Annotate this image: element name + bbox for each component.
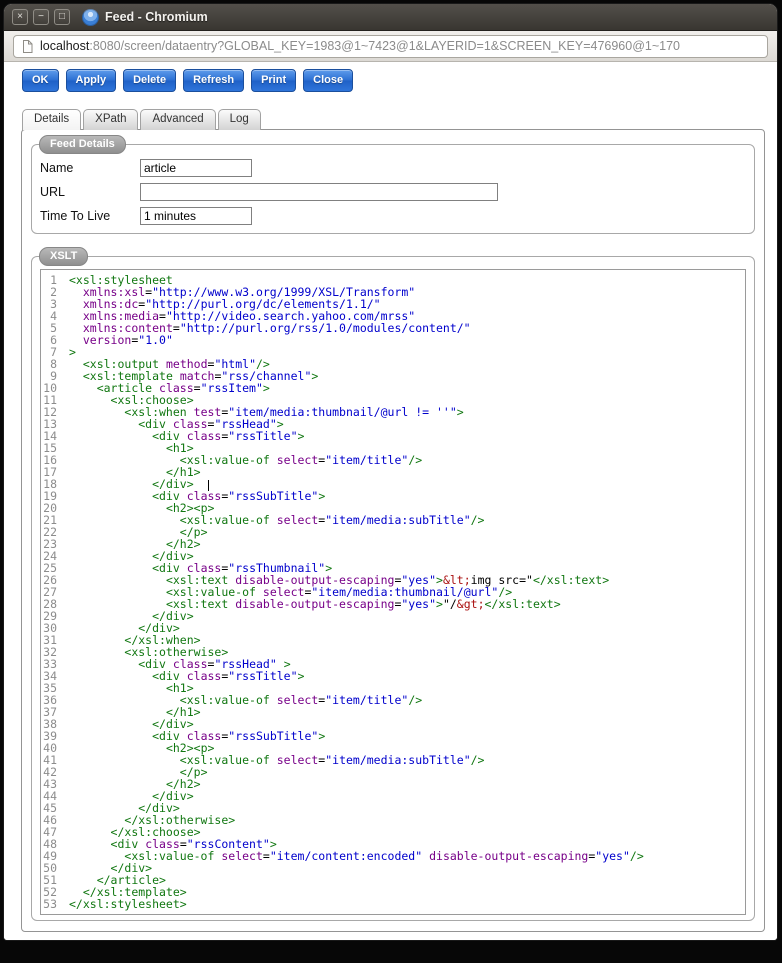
tab-log[interactable]: Log — [217, 109, 261, 130]
name-input[interactable] — [140, 159, 252, 177]
form-row: Name — [40, 157, 746, 179]
code-text: version="1.0" — [82, 333, 173, 347]
field-label: Time To Live — [40, 209, 111, 223]
xslt-legend: XSLT — [39, 247, 89, 266]
browser-toolbar: localhost:8080/screen/dataentry?GLOBAL_K… — [4, 31, 777, 62]
address-bar[interactable]: localhost:8080/screen/dataentry?GLOBAL_K… — [13, 34, 768, 58]
code-line[interactable]: 53 </xsl:stylesheet> — [41, 898, 745, 910]
feed-details-form: Name URL Time To Live — [40, 157, 746, 227]
time-to-live-input[interactable] — [140, 207, 252, 225]
browser-window: × − □ Feed - Chromium localhost:8080/scree… — [4, 4, 777, 940]
maximize-window-button[interactable]: □ — [54, 9, 70, 25]
delete-button[interactable]: Delete — [123, 69, 177, 92]
tab-xpath[interactable]: XPath — [83, 109, 139, 130]
minimize-window-button[interactable]: − — [33, 9, 49, 25]
refresh-button[interactable]: Refresh — [183, 69, 245, 92]
close-window-button[interactable]: × — [12, 9, 28, 25]
code-text: </xsl:stylesheet> — [69, 897, 187, 911]
window-controls: × − □ — [12, 9, 70, 25]
chromium-icon — [82, 8, 99, 26]
ok-button[interactable]: OK — [22, 69, 59, 92]
page-icon — [23, 39, 33, 53]
url-input[interactable] — [140, 183, 498, 201]
xslt-editor[interactable]: 1 <xsl:stylesheet 2 xmlns:xsl="http://www.… — [40, 269, 746, 915]
details-tab-panel: Feed Details Name URL Time To Live XSLT 1<… — [21, 129, 765, 932]
close-button[interactable]: Close — [303, 69, 354, 92]
tab-details[interactable]: Details — [22, 109, 82, 130]
feed-details-fieldset: Feed Details Name URL Time To Live — [31, 135, 755, 234]
feed-details-legend: Feed Details — [39, 135, 126, 154]
form-row: Time To Live — [40, 205, 746, 227]
field-label: URL — [40, 185, 66, 199]
xslt-fieldset: XSLT 1 <xsl:stylesheet 2 xmlns:xsl="http:/… — [31, 247, 755, 921]
code-line[interactable]: 6 version="1.0" — [41, 334, 745, 346]
url-path: :8080/screen/dataentry?GLOBAL_KEY=1983@1… — [89, 39, 680, 53]
tab-bar: Details XPath Advanced Log — [22, 109, 765, 130]
url-text: localhost:8080/screen/dataentry?GLOBAL_K… — [40, 39, 680, 53]
titlebar[interactable]: × − □ Feed - Chromium — [4, 4, 777, 31]
action-toolbar: OK Apply Delete Refresh Print Close — [22, 69, 765, 92]
line-number: 53 — [43, 897, 57, 911]
url-host: localhost — [40, 39, 90, 53]
page-content: OK Apply Delete Refresh Print Close Details XP… — [4, 62, 777, 940]
field-label: Name — [40, 161, 74, 175]
form-row: URL — [40, 181, 746, 203]
window-title: Feed - Chromium — [105, 10, 208, 24]
apply-button[interactable]: Apply — [65, 69, 117, 92]
tab-advanced[interactable]: Advanced — [140, 109, 216, 130]
print-button[interactable]: Print — [251, 69, 297, 92]
